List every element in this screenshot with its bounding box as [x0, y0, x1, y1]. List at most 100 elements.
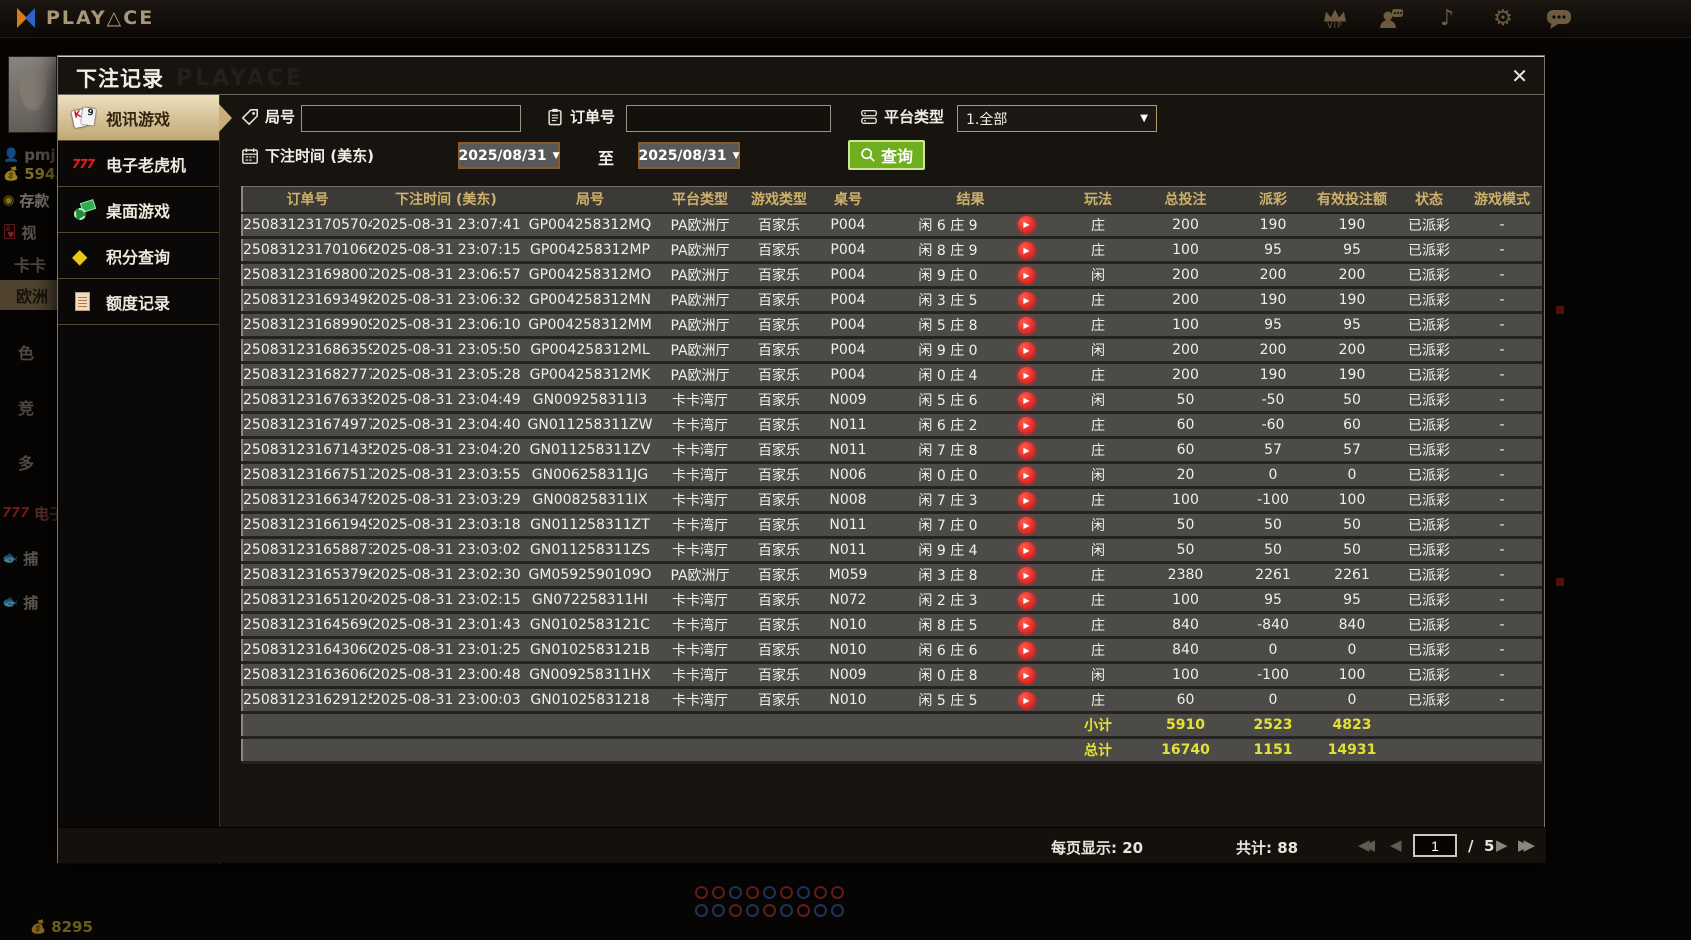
- cell-game-mode: -: [1462, 262, 1542, 289]
- first-page-icon[interactable]: ◀◀: [1358, 836, 1375, 854]
- tab-slots[interactable]: 777 电子老虎机: [58, 141, 219, 187]
- deposit-button[interactable]: ◉ 存款: [3, 190, 49, 211]
- replay-video-button[interactable]: ▶: [1018, 441, 1035, 459]
- sidebar-item-europe[interactable]: 欧洲: [0, 280, 57, 310]
- replay-video-button[interactable]: ▶: [1018, 491, 1035, 509]
- cell-round-id: GP004258312MO: [520, 262, 660, 289]
- chat-icon[interactable]: [1542, 3, 1576, 35]
- top-bar: PLAY△CE VIP ♪ ⚙: [0, 0, 1691, 38]
- replay-video-button[interactable]: ▶: [1018, 391, 1035, 409]
- cell-play: 庄: [1063, 437, 1133, 464]
- support-icon[interactable]: [1374, 3, 1408, 35]
- cell-game-type: 百家乐: [740, 362, 818, 389]
- cell-status: 已派彩: [1396, 387, 1462, 414]
- cell-status: 已派彩: [1396, 412, 1462, 439]
- next-page-icon[interactable]: ▶: [1496, 836, 1508, 854]
- platform-type-select[interactable]: 1.全部 ▼: [957, 105, 1157, 132]
- replay-video-button[interactable]: ▶: [1018, 366, 1035, 384]
- sidebar-item-kaka[interactable]: 卡卡: [14, 252, 46, 276]
- table-row: 250831231629125 2025-08-31 23:00:03 GN0102…: [242, 687, 1542, 714]
- search-button[interactable]: 查询: [848, 140, 926, 170]
- cell-total-bet: 840: [1133, 612, 1238, 639]
- music-icon[interactable]: ♪: [1430, 3, 1464, 35]
- sidebar-item-slots[interactable]: 777 电子: [2, 503, 64, 524]
- modal-title: 下注记录: [76, 67, 164, 91]
- cell-valid-bet: 190: [1308, 362, 1396, 389]
- cell-valid-bet: 50: [1308, 387, 1396, 414]
- cell-table-no: N010: [818, 637, 878, 664]
- sidebar-item-fishing-2[interactable]: 🐟 捕: [2, 592, 38, 613]
- last-page-icon[interactable]: ▶▶: [1518, 836, 1535, 854]
- cell-game-mode: -: [1462, 537, 1542, 564]
- replay-video-button[interactable]: ▶: [1018, 516, 1035, 534]
- replay-video-button[interactable]: ▶: [1018, 416, 1035, 434]
- tab-points-query[interactable]: ◆ 积分查询: [58, 233, 219, 279]
- page-number-input[interactable]: [1413, 834, 1457, 857]
- cell-bet-time: 2025-08-31 23:04:20: [372, 437, 520, 464]
- result-text: 闲 7 庄 8: [918, 443, 978, 459]
- sidebar-item-video[interactable]: 🂱 视: [3, 222, 36, 243]
- cell-order-id: 250831231645690: [242, 612, 372, 639]
- cell-round-id: GN011258311ZT: [520, 512, 660, 539]
- col-platform: 平台类型: [660, 186, 740, 214]
- cell-platform: PA欧洲厅: [660, 262, 740, 289]
- replay-video-button[interactable]: ▶: [1018, 216, 1035, 234]
- cell-valid-bet: 50: [1308, 512, 1396, 539]
- cell-platform: PA欧洲厅: [660, 337, 740, 364]
- sidebar-item-jing[interactable]: 竞: [18, 395, 34, 419]
- col-total-bet: 总投注: [1133, 186, 1238, 214]
- replay-video-button[interactable]: ▶: [1018, 641, 1035, 659]
- table-row: 250831231658873 2025-08-31 23:03:02 GN0112…: [242, 537, 1542, 564]
- replay-video-button[interactable]: ▶: [1018, 616, 1035, 634]
- cell-game-mode: -: [1462, 287, 1542, 314]
- cell-valid-bet: 0: [1308, 462, 1396, 489]
- vip-icon[interactable]: VIP: [1318, 3, 1352, 35]
- cell-order-id: 250831231686359: [242, 337, 372, 364]
- replay-video-button[interactable]: ▶: [1018, 291, 1035, 309]
- cell-result: 闲 8 庄 5 ▶: [878, 612, 1063, 639]
- prev-page-icon[interactable]: ◀: [1390, 836, 1402, 854]
- replay-video-button[interactable]: ▶: [1018, 541, 1035, 559]
- round-number-input[interactable]: [301, 105, 521, 132]
- date-to-picker[interactable]: 2025/08/31 ▼: [638, 142, 740, 169]
- replay-video-button[interactable]: ▶: [1018, 241, 1035, 259]
- result-text: 闲 9 庄 0: [918, 343, 978, 359]
- sidebar-item-se[interactable]: 色: [18, 340, 34, 364]
- replay-video-button[interactable]: ▶: [1018, 341, 1035, 359]
- cell-platform: 卡卡湾厅: [660, 512, 740, 539]
- replay-video-button[interactable]: ▶: [1018, 691, 1035, 709]
- result-text: 闲 3 庄 5: [918, 293, 978, 309]
- replay-video-button[interactable]: ▶: [1018, 666, 1035, 684]
- sidebar-item-duo[interactable]: 多: [18, 450, 34, 474]
- cell-valid-bet: 200: [1308, 337, 1396, 364]
- cell-table-no: P004: [818, 212, 878, 239]
- table-row: 250831231676339 2025-08-31 23:04:49 GN0092…: [242, 387, 1542, 414]
- brand-name: PLAY△CE: [46, 7, 155, 29]
- replay-video-button[interactable]: ▶: [1018, 591, 1035, 609]
- tab-table-games[interactable]: 桌面游戏: [58, 187, 219, 233]
- date-from-picker[interactable]: 2025/08/31 ▼: [458, 142, 560, 169]
- order-number-input[interactable]: [626, 105, 831, 132]
- replay-video-button[interactable]: ▶: [1018, 466, 1035, 484]
- tab-quota-records[interactable]: 额度记录: [58, 279, 219, 325]
- cell-order-id: 250831231676339: [242, 387, 372, 414]
- brand-logo[interactable]: PLAY△CE: [14, 6, 154, 30]
- table-row: 250831231689909 2025-08-31 23:06:10 GP0042…: [242, 312, 1542, 339]
- cell-order-id: 250831231682777: [242, 362, 372, 389]
- cell-valid-bet: 100: [1308, 662, 1396, 689]
- cell-bet-time: 2025-08-31 23:07:15: [372, 237, 520, 264]
- tab-video-games[interactable]: K9 视讯游戏: [58, 95, 232, 141]
- cell-play: 闲: [1063, 262, 1133, 289]
- close-icon[interactable]: ✕: [1511, 64, 1528, 88]
- replay-video-button[interactable]: ▶: [1018, 566, 1035, 584]
- col-order-id: 订单号: [242, 186, 372, 214]
- result-text: 闲 5 庄 5: [918, 693, 978, 709]
- replay-video-button[interactable]: ▶: [1018, 266, 1035, 284]
- cell-order-id: 250831231651204: [242, 587, 372, 614]
- cell-total-bet: 50: [1133, 512, 1238, 539]
- sidebar-item-fishing-1[interactable]: 🐟 捕: [2, 548, 38, 569]
- cell-round-id: GN011258311ZW: [520, 412, 660, 439]
- settings-icon[interactable]: ⚙: [1486, 3, 1520, 35]
- cell-table-no: N011: [818, 412, 878, 439]
- replay-video-button[interactable]: ▶: [1018, 316, 1035, 334]
